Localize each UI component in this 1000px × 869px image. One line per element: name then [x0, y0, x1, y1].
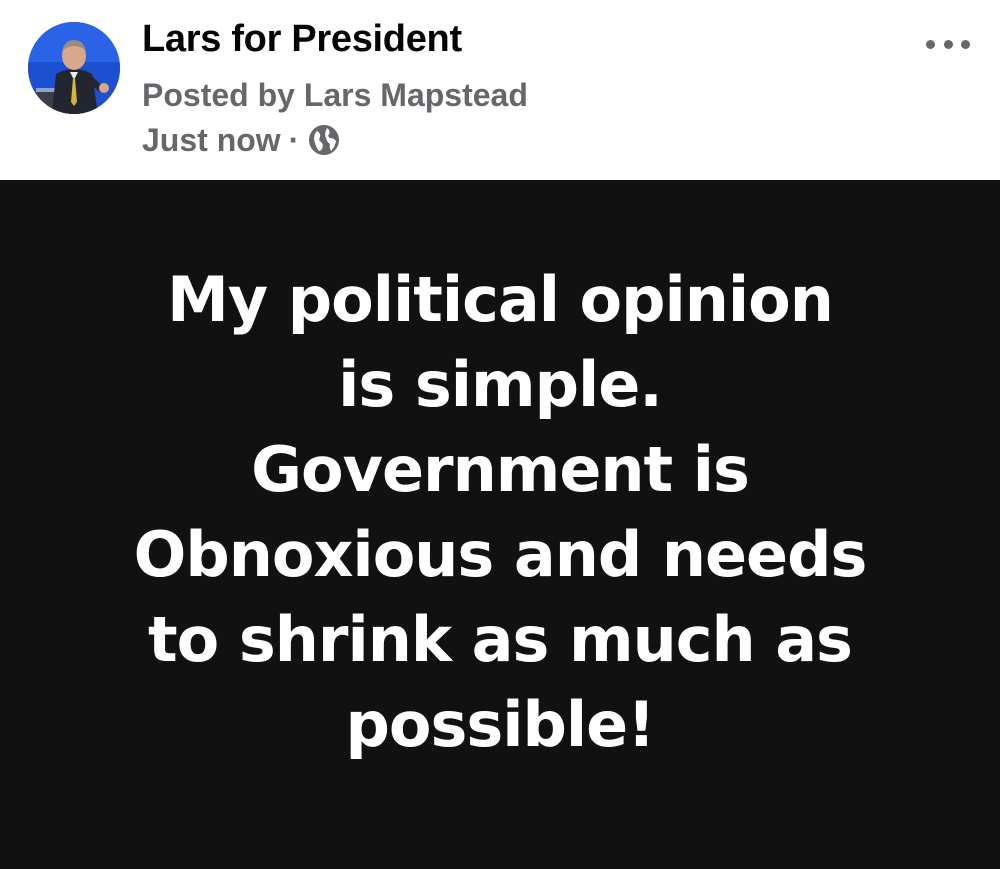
more-dot: [961, 39, 970, 49]
post-text-background: My political opinion is simple. Governme…: [0, 180, 1000, 869]
posted-by-label[interactable]: Posted by Lars Mapstead: [142, 77, 528, 114]
page-avatar[interactable]: [28, 22, 120, 114]
facebook-post: Lars for President Posted by Lars Mapste…: [0, 0, 1000, 869]
post-text-line: to shrink as much as: [148, 602, 853, 676]
post-header: Lars for President Posted by Lars Mapste…: [0, 0, 1000, 180]
post-text-line: Obnoxious and needs: [133, 517, 868, 591]
more-dot: [926, 39, 935, 49]
post-text-line: Government is: [251, 432, 750, 506]
post-text-line: is simple.: [338, 347, 663, 421]
post-meta: Just now ·: [142, 120, 341, 160]
globe-icon[interactable]: [307, 123, 341, 157]
post-text-line: possible!: [345, 687, 656, 761]
more-options-icon[interactable]: [926, 32, 970, 56]
page-name[interactable]: Lars for President: [142, 18, 462, 61]
meta-separator: ·: [288, 121, 300, 158]
post-text-line: My political opinion: [167, 262, 834, 336]
post-timestamp[interactable]: Just now: [142, 122, 281, 159]
avatar-image: [28, 22, 120, 114]
post-text: My political opinion is simple. Governme…: [70, 257, 930, 767]
more-dot: [943, 39, 953, 49]
